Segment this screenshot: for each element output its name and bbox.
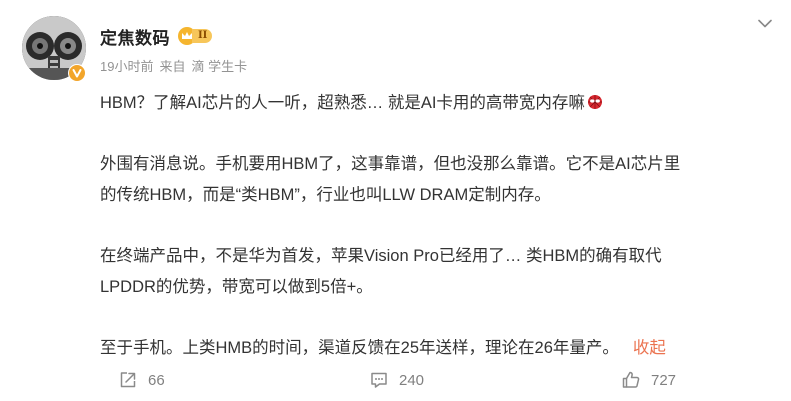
share-icon [120,372,136,388]
vip-level: II [192,29,213,43]
like-button[interactable]: 727 [621,370,676,390]
spider-face-emoji-icon [587,90,603,109]
action-bar: 66 240 727 [0,364,791,400]
comment-button[interactable]: 240 [369,370,424,390]
paragraph-1: HBM？了解AI芯片的人一听，超熟悉… 就是AI卡用的高带宽内存嘛 [100,88,760,119]
collapse-link[interactable]: 收起 [633,339,666,357]
paragraph-2-line-1: 外围有消息说。手机要用HBM了，这事靠谱，但也没那么靠谱。它不是AI芯片里 [100,155,681,173]
verified-badge [68,64,86,82]
share-count: 66 [148,371,165,389]
chevron-down-icon [758,19,772,28]
comment-count: 240 [399,371,425,389]
paragraph-3-line-2: LPDDR的优势，带宽可以做到5倍+。 [100,278,373,296]
thumbs-up-icon [622,371,640,388]
post-content: HBM？了解AI芯片的人一听，超熟悉… 就是AI卡用的高带宽内存嘛 外围有消息说… [100,88,760,364]
paragraph-4: 至于手机。上类HMB的时间，渠道反馈在25年送样，理论在26年量产。 收起 [100,333,760,364]
post-time[interactable]: 19小时前 [100,56,153,75]
paragraph-1-text: HBM？了解AI芯片的人一听，超熟悉… 就是AI卡用的高带宽内存嘛 [100,94,585,112]
vip-badge[interactable]: II [178,27,213,45]
share-button[interactable]: 66 [118,370,165,390]
paragraph-3: 在终端产品中，不是华为首发，苹果Vision Pro已经用了… 类HBM的确有取… [100,241,760,303]
weibo-post-card: 定焦数码 II 19小时前 来自 滴 学生卡 HBM？了解AI芯片的人一听，超熟… [0,0,791,401]
like-count: 727 [651,371,677,389]
paragraph-4-text: 至于手机。上类HMB的时间，渠道反馈在25年送样，理论在26年量产。 [100,339,619,357]
more-options-button[interactable] [756,16,774,32]
paragraph-3-line-1: 在终端产品中，不是华为首发，苹果Vision Pro已经用了… 类HBM的确有取… [100,247,662,265]
verified-v-icon [69,65,85,81]
post-header: 定焦数码 II [100,22,213,50]
source-name: 滴 学生卡 [191,59,248,74]
avatar-container[interactable] [22,16,86,82]
post-meta: 19小时前 来自 滴 学生卡 [100,56,247,75]
comment-icon [371,372,387,388]
author-name[interactable]: 定焦数码 [100,24,170,49]
paragraph-2-line-2: 的传统HBM，而是“类HBM”，行业也叫LLW DRAM定制内存。 [100,186,551,204]
paragraph-2: 外围有消息说。手机要用HBM了，这事靠谱，但也没那么靠谱。它不是AI芯片里 的传… [100,149,760,211]
source-prefix: 来自 [159,59,186,74]
